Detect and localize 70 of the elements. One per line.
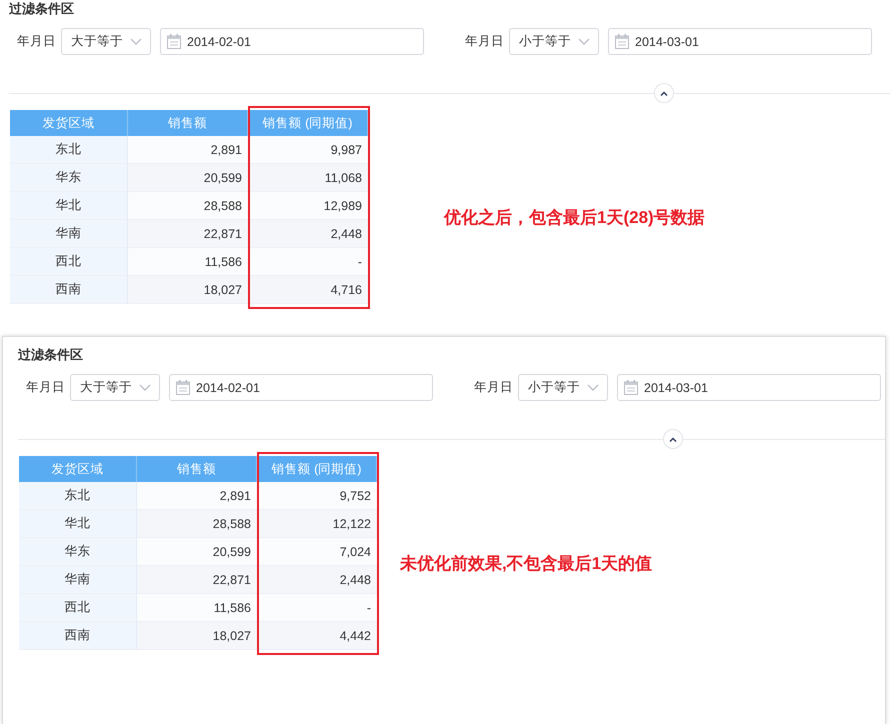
table-cell: 11,586 — [137, 594, 257, 622]
table-cell: 9,752 — [257, 482, 377, 510]
chevron-up-icon — [660, 90, 668, 96]
table-cell: 18,027 — [128, 276, 248, 304]
date-field[interactable]: 2014-02-01 — [160, 28, 424, 55]
collapse-button[interactable] — [663, 429, 683, 449]
calendar-icon — [615, 34, 629, 49]
operator-dropdown[interactable]: 大于等于 — [61, 28, 151, 55]
date-field[interactable]: 2014-03-01 — [617, 374, 881, 401]
table-cell: 华北 — [10, 192, 128, 220]
table-cell: 22,871 — [137, 566, 257, 594]
table-cell: 22,871 — [128, 220, 248, 248]
chevron-down-icon — [578, 38, 590, 45]
table-cell: 11,586 — [128, 248, 248, 276]
table-cell: 18,027 — [137, 622, 257, 650]
table-cell: 2,891 — [137, 482, 257, 510]
table-cell: 华东 — [10, 164, 128, 192]
table-cell: 华东 — [19, 538, 137, 566]
table-cell: 11,068 — [248, 164, 368, 192]
annotation-text: 未优化前效果,不包含最后1天的值 — [400, 552, 652, 574]
table-cell: 20,599 — [128, 164, 248, 192]
table-cell: 东北 — [19, 482, 137, 510]
table-cell: 4,716 — [248, 276, 368, 304]
table-cell: 28,588 — [137, 510, 257, 538]
date-field[interactable]: 2014-02-01 — [169, 374, 433, 401]
operator-dropdown[interactable]: 大于等于 — [70, 374, 160, 401]
calendar-icon — [624, 380, 638, 395]
column-header: 发货区域 — [19, 456, 137, 482]
table-cell: - — [257, 594, 377, 622]
date-field[interactable]: 2014-03-01 — [608, 28, 872, 55]
operator-dropdown[interactable]: 小于等于 — [518, 374, 608, 401]
filter-label: 年月日 — [17, 33, 53, 50]
table-cell: 西南 — [10, 276, 128, 304]
table-cell: 28,588 — [128, 192, 248, 220]
table-cell: 东北 — [10, 136, 128, 164]
calendar-icon — [167, 34, 181, 49]
chevron-down-icon — [139, 384, 151, 391]
filter-label: 年月日 — [26, 379, 62, 396]
chevron-down-icon — [587, 384, 599, 391]
table-cell: 2,448 — [257, 566, 377, 594]
section-title: 过滤条件区 — [9, 1, 74, 17]
chevron-up-icon — [669, 436, 677, 442]
table-cell: 20,599 — [137, 538, 257, 566]
table-cell: 2,891 — [128, 136, 248, 164]
annotation-text: 优化之后，包含最后1天(28)号数据 — [444, 206, 705, 228]
filter-label: 年月日 — [465, 33, 501, 50]
collapse-button[interactable] — [654, 83, 674, 103]
column-header: 销售额 (同期值) — [248, 110, 368, 136]
table-cell: 12,989 — [248, 192, 368, 220]
column-header: 发货区域 — [10, 110, 128, 136]
calendar-icon — [176, 380, 190, 395]
section-title: 过滤条件区 — [18, 347, 83, 363]
table-cell: - — [248, 248, 368, 276]
chevron-down-icon — [130, 38, 142, 45]
table-cell: 9,987 — [248, 136, 368, 164]
table-cell: 华南 — [19, 566, 137, 594]
table-cell: 华南 — [10, 220, 128, 248]
table-cell: 2,448 — [248, 220, 368, 248]
filter-label: 年月日 — [474, 379, 510, 396]
table-cell: 7,024 — [257, 538, 377, 566]
table-cell: 12,122 — [257, 510, 377, 538]
table-cell: 西南 — [19, 622, 137, 650]
table-cell: 华北 — [19, 510, 137, 538]
column-header: 销售额 — [128, 110, 248, 136]
column-header: 销售额 — [137, 456, 257, 482]
table-cell: 西北 — [19, 594, 137, 622]
column-header: 销售额 (同期值) — [257, 456, 377, 482]
table-cell: 西北 — [10, 248, 128, 276]
operator-dropdown[interactable]: 小于等于 — [509, 28, 599, 55]
table-cell: 4,442 — [257, 622, 377, 650]
